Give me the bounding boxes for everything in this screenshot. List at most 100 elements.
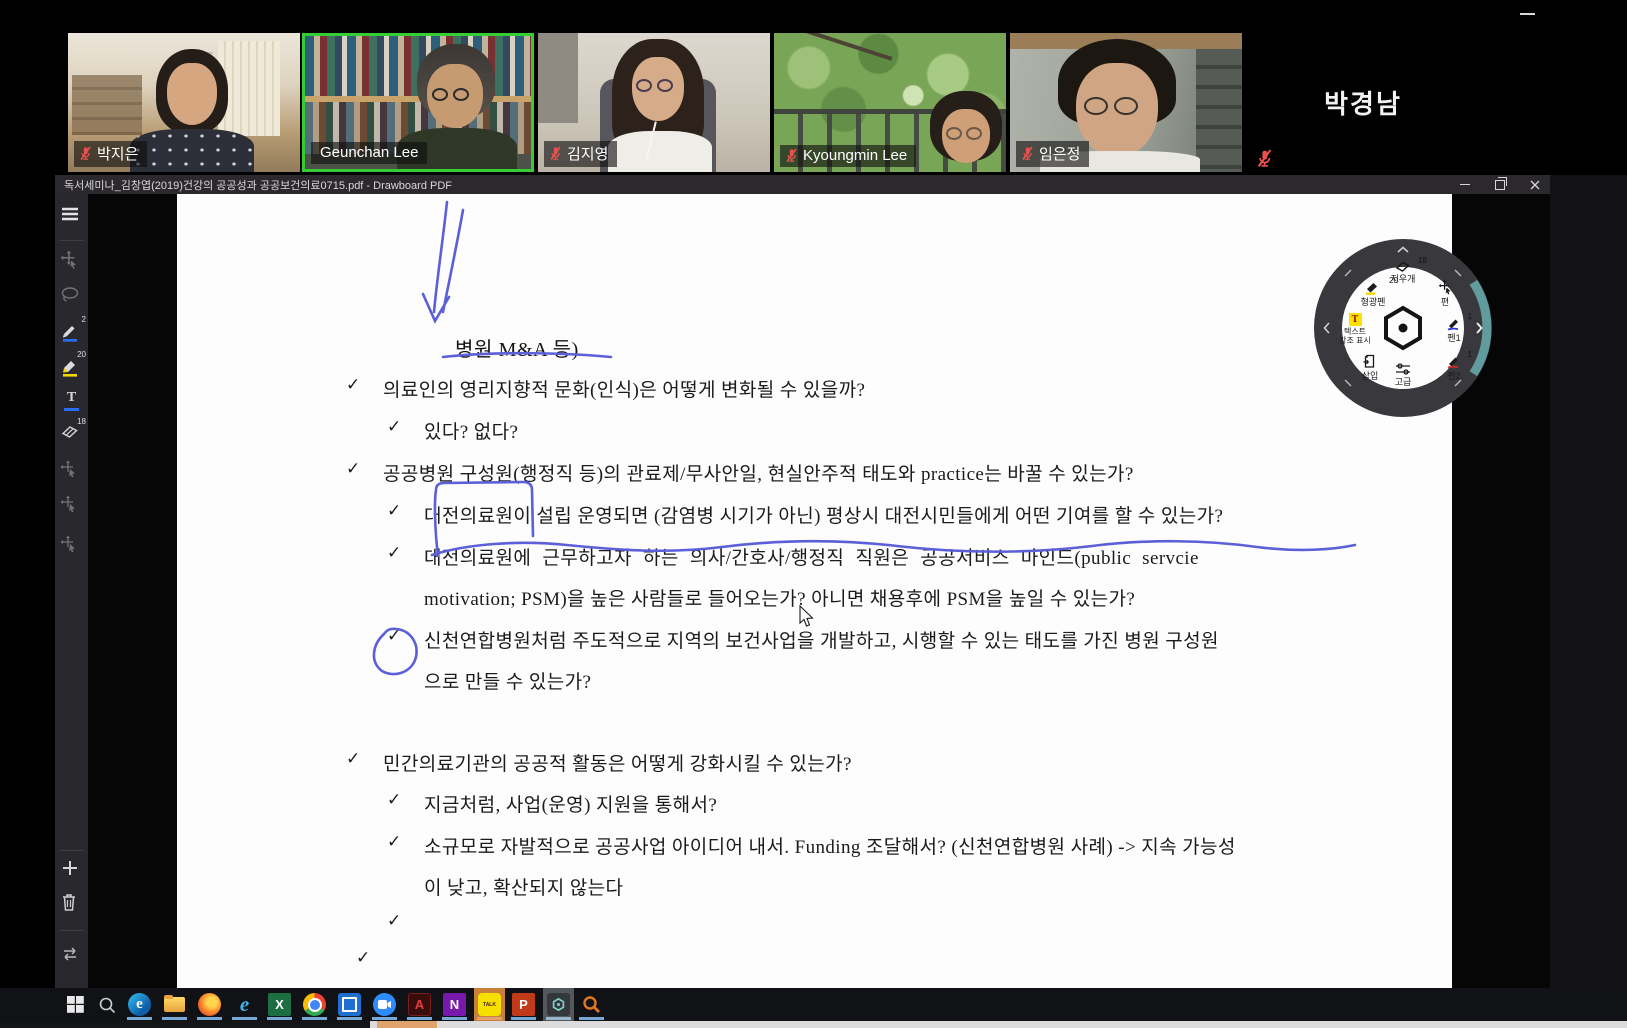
pdf-page[interactable]: 병원 M&A 등) ✓ 의료인의 영리지향적 문화(인식)은 어떻게 변화될 수… — [177, 194, 1452, 988]
ink-arrowhead — [423, 294, 449, 321]
tool-badge: 20 — [1389, 276, 1398, 286]
mic-muted-icon — [1021, 146, 1034, 161]
check-mark: ✓ — [346, 459, 361, 479]
select-tool-button[interactable] — [60, 250, 83, 273]
bottom-edge-strip — [0, 1021, 1627, 1028]
tool-label: 펜2 — [1435, 371, 1473, 381]
mic-muted-icon — [785, 148, 798, 163]
radial-item-advanced[interactable]: 고급 — [1383, 362, 1423, 387]
running-indicator — [337, 1017, 362, 1020]
taskbar-chrome-button[interactable] — [299, 988, 330, 1021]
video-tile[interactable]: Kyoungmin Lee — [774, 33, 1006, 172]
insert-page-icon — [1363, 354, 1377, 369]
taskbar-kakaotalk-button[interactable]: TALK — [474, 988, 505, 1021]
taskbar-zoom-button[interactable] — [369, 988, 400, 1021]
window-minimize-button[interactable] — [1450, 175, 1480, 194]
text-highlight-icon: T — [1349, 313, 1362, 326]
start-button[interactable] — [60, 988, 91, 1021]
video-tile[interactable]: 김지영 — [538, 33, 770, 172]
shelf — [1196, 49, 1242, 172]
radial-item-text-highlight[interactable]: T 텍스트 강조 표시 — [1331, 313, 1379, 345]
firefox-icon — [198, 993, 221, 1016]
participant-nameplate: 박지은 — [74, 141, 147, 167]
lasso-tool-button[interactable] — [60, 286, 83, 309]
undo-redo-button[interactable] — [60, 946, 83, 969]
pen-icon — [1446, 354, 1463, 369]
taskbar-onenote-button[interactable]: N — [439, 988, 470, 1021]
taskbar-excel-button[interactable]: X — [264, 988, 295, 1021]
cabinet — [538, 33, 578, 123]
tool-label: 텍스트 — [1331, 327, 1379, 336]
window-restore-button[interactable] — [1485, 175, 1515, 194]
hangul-app-icon — [338, 993, 361, 1016]
taskbar-ie-button[interactable]: e — [229, 988, 260, 1021]
text-tool-glyph: T — [60, 390, 83, 406]
zoom-icon — [373, 993, 396, 1016]
left-toolbar: 2 20 T 18 — [55, 194, 88, 988]
glasses-icon — [432, 88, 448, 101]
doc-text: 소규모로 자발적으로 공공사업 아이디어 내서. Funding 조달해서? (… — [424, 837, 1236, 858]
radial-item-highlighter[interactable]: 20 형광펜 — [1351, 280, 1395, 307]
doc-text: 대전의료원이 설립 운영되면 (감염병 시기가 아닌) 평상시 대전시민들에게 … — [424, 506, 1223, 527]
pen-tool-button[interactable]: 2 — [60, 320, 83, 343]
taskbar-acrobat-button[interactable]: A — [404, 988, 435, 1021]
taskbar-search-app-button[interactable] — [576, 988, 607, 1021]
participant-nameplate: Geunchan Lee — [311, 142, 427, 164]
pen-icon — [60, 320, 80, 342]
onenote-icon: N — [443, 993, 466, 1016]
taskbar-explorer-button[interactable] — [159, 988, 190, 1021]
taskbar-powerpoint-button[interactable]: P — [508, 988, 539, 1021]
file-explorer-icon — [163, 993, 186, 1016]
move-cursor-icon — [60, 460, 78, 478]
screen: 박지은 Geunchan Lee — [0, 0, 1627, 1028]
move-cursor-icon — [60, 495, 78, 513]
doc-line: 으로 만들 수 있는가? — [424, 667, 591, 694]
participant-nameplate: 김지영 — [544, 141, 617, 167]
move-cursor-icon — [1438, 280, 1453, 295]
doc-line: ✓ 지금처럼, 사업(운영) 지원을 통해서? — [424, 790, 717, 817]
eraser-tool-button[interactable]: 18 — [60, 422, 83, 445]
taskbar-drawboard-button[interactable] — [543, 988, 574, 1021]
doc-line: motivation; PSM)을 높은 사람들로 들어오는가? 아니면 채용후… — [424, 584, 1135, 611]
doc-text: motivation; PSM)을 높은 사람들로 들어오는가? 아니면 채용후… — [424, 589, 1135, 610]
tool-button[interactable] — [60, 535, 83, 558]
person-torso — [130, 129, 254, 172]
window-close-button[interactable] — [1520, 175, 1550, 194]
add-button[interactable] — [60, 858, 83, 881]
check-mark: ✓ — [387, 790, 402, 810]
video-tile[interactable]: 임은정 — [1010, 33, 1242, 172]
highlighter-tool-button[interactable]: 20 — [60, 355, 83, 378]
text-highlight-tool-button[interactable]: T — [60, 390, 83, 413]
taskbar-firefox-button[interactable] — [194, 988, 225, 1021]
tool-button[interactable] — [60, 495, 83, 518]
meeting-minimize-button[interactable] — [1520, 13, 1535, 15]
video-tile[interactable]: 박지은 — [68, 33, 300, 172]
radial-item-pen1[interactable]: 1 펜1 — [1435, 316, 1473, 343]
video-tile-novideo[interactable]: 박경남 — [1246, 33, 1480, 172]
video-tile[interactable]: Geunchan Lee — [302, 33, 534, 172]
powerpoint-icon: P — [512, 993, 535, 1016]
taskbar-edge-button[interactable]: e — [124, 988, 155, 1021]
radial-item-edit[interactable]: 편 — [1425, 280, 1465, 307]
doc-text: 이 낮고, 확산되지 않는다 — [424, 878, 623, 899]
running-indicator — [407, 1017, 432, 1020]
eraser-badge: 18 — [77, 417, 86, 426]
delete-button[interactable] — [60, 892, 83, 915]
tool-badge: 1 — [1468, 312, 1472, 322]
taskbar-hangul-app-button[interactable] — [334, 988, 365, 1021]
doc-text: 있다? 없다? — [424, 422, 518, 443]
taskbar-search-button[interactable] — [91, 988, 122, 1021]
doc-text: 공공병원 구성원(행정직 등)의 관료제/무사안일, 현실안주적 태도와 pra… — [383, 464, 1134, 485]
tool-button[interactable] — [60, 460, 83, 483]
shelf — [72, 75, 142, 135]
running-indicator — [511, 1017, 536, 1020]
menu-button[interactable] — [60, 206, 83, 229]
tool-label: 편 — [1425, 297, 1465, 307]
radial-item-pen2[interactable]: 1 펜2 — [1435, 354, 1473, 381]
acrobat-icon: A — [408, 993, 431, 1016]
check-mark: ✓ — [387, 543, 402, 563]
doc-line: ✓ 공공병원 구성원(행정직 등)의 관료제/무사안일, 현실안주적 태도와 p… — [383, 459, 1134, 486]
check-mark: ✓ — [346, 749, 361, 769]
mic-muted-icon — [79, 146, 92, 161]
close-icon — [1530, 180, 1540, 190]
